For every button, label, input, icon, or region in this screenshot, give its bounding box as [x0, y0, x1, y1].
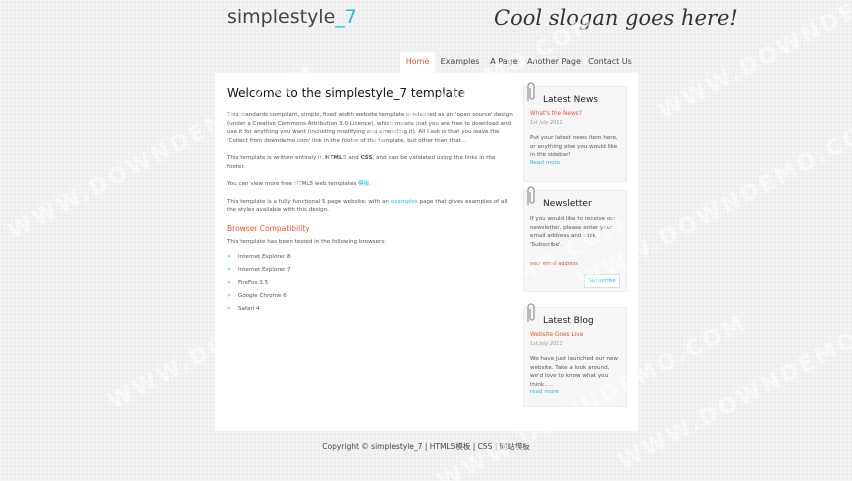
html5-text-1: This template is written entirely in — [227, 155, 325, 161]
functional-paragraph: This template is a fully functional 5 pa… — [227, 198, 513, 215]
menu-item-contact-us[interactable]: Contact Us — [585, 52, 635, 75]
logo-accent: _7 — [335, 6, 357, 28]
subscribe-button[interactable]: Subscribe — [584, 274, 620, 288]
menu-item-home[interactable]: Home — [400, 52, 435, 75]
html5-text-2: and — [346, 155, 361, 161]
browser-name: Safari 4 — [238, 306, 260, 312]
browser-compat-heading: Browser Compatibility — [227, 223, 310, 233]
main-content: Welcome to the simplestyle_7 template Th… — [227, 86, 513, 318]
browser-name: Internet Explorer 7 — [238, 267, 291, 273]
bullet-icon: » — [227, 253, 231, 260]
intro-paragraph: This standards compliant, simple, fixed … — [227, 112, 513, 144]
sidebar-heading: Latest News — [543, 95, 598, 105]
paperclip-icon — [527, 186, 535, 205]
browser-name: Google Chrome 6 — [238, 293, 287, 299]
menu-item-another-page[interactable]: Another Page — [523, 52, 585, 75]
newsletter-text: If you would like to receive our newslet… — [530, 216, 617, 248]
news-headline: What's the News? — [530, 111, 582, 117]
sidebar-heading: Latest Blog — [543, 316, 594, 326]
bullet-icon: » — [227, 266, 231, 273]
list-item: » Internet Explorer 8 — [227, 253, 513, 266]
news-text: Put your latest news item here, or anyth… — [530, 135, 618, 158]
list-item: » FireFox 3.5 — [227, 279, 513, 292]
main-menu: Home Examples A Page Another Page Contac… — [400, 52, 635, 75]
sidebar-latest-blog: Latest Blog Website Goes Live 1st July 2… — [523, 303, 627, 407]
sidebar-latest-news: Latest News What's the News? 1st July 20… — [523, 82, 627, 182]
tested-paragraph: This template has been tested in the fol… — [227, 238, 387, 245]
html5-paragraph: This template is written entirely in HTM… — [227, 154, 513, 171]
blog-read-more-link[interactable]: read more — [530, 389, 620, 395]
html5-strong: HTML5 — [324, 155, 347, 161]
browser-name: Internet Explorer 8 — [238, 254, 291, 260]
bullet-icon: » — [227, 292, 231, 299]
menu-item-examples[interactable]: Examples — [435, 52, 485, 75]
news-read-more-link[interactable]: Read more — [530, 160, 620, 166]
css-strong: CSS — [360, 155, 373, 161]
blog-text: We have just launched our new website. T… — [530, 356, 618, 388]
blog-date: 1st July 2011 — [530, 341, 563, 347]
site-slogan: Cool slogan goes here! — [494, 6, 738, 30]
sidebar-heading: Newsletter — [543, 199, 592, 209]
site-logo[interactable]: simplestyle_7 — [227, 6, 357, 28]
more-end: . — [369, 181, 372, 187]
page-title: Welcome to the simplestyle_7 template — [227, 86, 466, 100]
footer: Copyright © simplestyle_7 | HTML5模板 | CS… — [322, 442, 530, 451]
paperclip-icon — [527, 82, 535, 101]
email-field[interactable] — [530, 259, 584, 269]
more-templates-link[interactable]: 模板 — [358, 181, 369, 187]
paperclip-icon — [527, 303, 535, 322]
more-text: You can view more free HTML5 web templat… — [227, 181, 359, 187]
list-item: » Internet Explorer 7 — [227, 266, 513, 279]
examples-link[interactable]: examples — [391, 199, 418, 205]
bullet-icon: » — [227, 279, 231, 286]
functional-text-1: This template is a fully functional 5 pa… — [227, 198, 391, 205]
news-date: 1st July 2011 — [530, 120, 563, 126]
list-item: » Safari 4 — [227, 305, 513, 318]
browser-name: FireFox 3.5 — [238, 280, 269, 286]
logo-text: simplestyle — [227, 6, 336, 28]
browser-list: » Internet Explorer 8 » Internet Explorer … — [227, 253, 513, 318]
menu-item-a-page[interactable]: A Page — [485, 52, 523, 75]
bullet-icon: » — [227, 305, 231, 312]
blog-headline: Website Goes Live — [530, 332, 584, 338]
more-templates-paragraph: You can view more free HTML5 web templat… — [227, 180, 513, 189]
list-item: » Google Chrome 6 — [227, 292, 513, 305]
sidebar-newsletter: Newsletter If you would like to receive … — [523, 186, 627, 292]
